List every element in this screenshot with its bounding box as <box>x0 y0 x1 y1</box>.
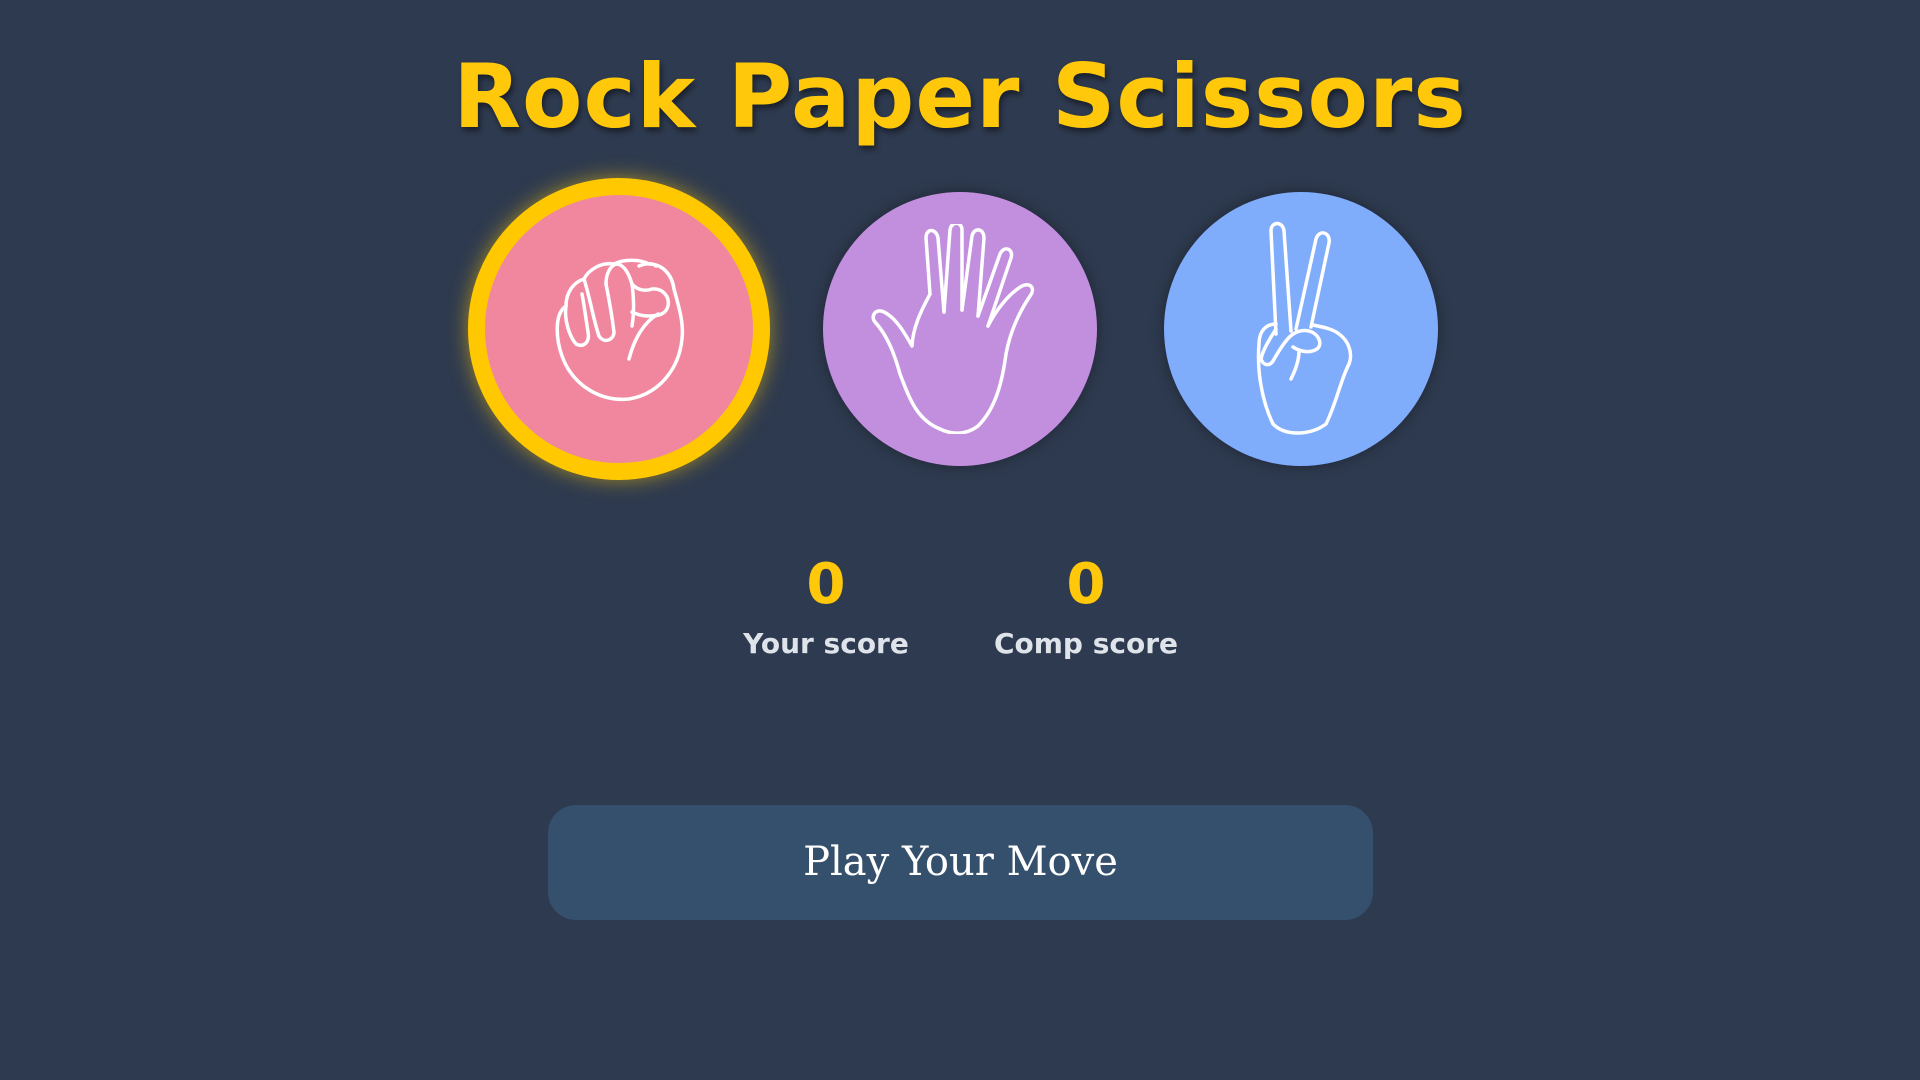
peace-hand-icon <box>1256 221 1353 435</box>
user-score-block: 0 Your score <box>696 546 956 664</box>
open-hand-icon <box>871 224 1035 434</box>
play-move-button[interactable]: Play Your Move <box>548 805 1373 920</box>
fist-icon <box>555 258 685 402</box>
scissors-choice-button[interactable] <box>1164 192 1438 466</box>
game-title: Rock Paper Scissors <box>453 45 1467 148</box>
paper-choice-button[interactable] <box>823 192 1097 466</box>
comp-score-value: 0 <box>1066 552 1106 617</box>
user-score-value: 0 <box>806 552 846 617</box>
rock-choice-button[interactable] <box>468 178 770 480</box>
comp-score-block: 0 Comp score <box>956 546 1216 664</box>
comp-score-label: Comp score <box>993 627 1179 660</box>
user-score-label: Your score <box>743 627 909 660</box>
